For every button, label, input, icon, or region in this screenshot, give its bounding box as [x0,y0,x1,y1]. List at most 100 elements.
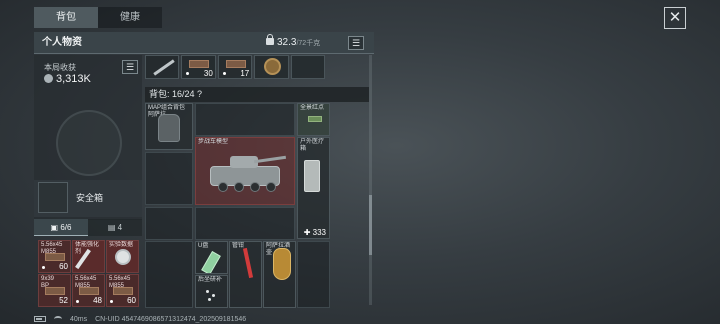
backpack-item-medkit[interactable]: 户外医疗箱 ✚ 333 [297,137,330,239]
item-name: 后坐研补 [198,277,223,283]
item-name: 步战车模型 [198,139,229,145]
item-name: 实验数据 [109,242,134,248]
equipment-slot[interactable]: 17 [217,55,253,79]
wheel-icon [266,182,276,192]
list-icon: ☰ [125,62,135,72]
empty-slot[interactable] [145,152,193,205]
tab-pockets[interactable]: ▣ 6/6 [34,219,88,236]
top-tabs: 背包 健康 [34,7,162,28]
backpack-item-bits[interactable]: 后坐研补 [195,275,228,308]
wheel-icon [218,182,228,192]
part-icon [206,290,209,293]
close-icon: ✕ [668,9,682,26]
backpack-item-bag[interactable]: MAP组合背包 阿萨拉 [145,103,193,150]
income-value: 3,313K [44,73,91,85]
equipment-slot[interactable] [145,55,180,79]
pocket-tabs: ▣ 6/6 ▤ 4 [34,219,142,236]
item-name: 全景红点 [300,105,325,111]
pocket-slot[interactable]: 实验数据 [106,240,139,273]
item-qty: 60 [127,296,136,305]
tab-cards-label: 4 [117,223,123,232]
dot-indicator [42,266,45,269]
ammo-icon [113,287,133,295]
empty-slot[interactable] [195,103,295,136]
income-amount: 3,313K [56,73,91,85]
faction-emblem [56,110,122,176]
medkit-icon [304,160,320,192]
usb-icon [201,250,221,273]
medal-icon [264,58,282,75]
backpack-label: 背包: 16/24 [149,89,195,99]
tab-cards[interactable]: ▤ 4 [88,219,142,236]
coin-icon [44,74,53,83]
sight-icon [308,116,322,122]
dot-indicator [110,300,113,303]
tab-backpack[interactable]: 背包 [34,7,98,28]
card-icon: ▤ [107,223,118,232]
medkit-qty: 333 [312,228,326,237]
equipment-row: 30 17 [145,55,326,79]
help-icon[interactable]: ? [197,89,202,99]
ping-value: 40ms [70,315,88,323]
backpack-item-wrench[interactable]: 管钳 [229,241,262,308]
dot-indicator [76,300,79,303]
sort-list-button[interactable]: ☰ [348,36,364,50]
wrench-icon [242,247,254,279]
part-icon [208,298,211,301]
cannon-icon [253,155,287,164]
disc-icon [115,249,131,265]
battery-icon [34,316,46,322]
weight-value: 32.3 [277,37,297,48]
ammo-icon [45,253,65,261]
item-qty: ✚ 333 [303,228,326,237]
backpack-capacity: 背包: 16/24 ? [149,87,202,102]
backpack-item-vehicle[interactable]: 步战车模型 [195,137,295,205]
close-button[interactable]: ✕ [664,7,686,29]
pocket-slot[interactable]: 5.56x45 M855 60 [38,240,71,273]
item-qty: 17 [240,69,250,78]
equipment-slot[interactable] [254,55,289,79]
empty-slot[interactable] [297,241,330,308]
panel-header: 个人物资 32.3/72千克 ☰ [34,32,374,54]
weight-display: 32.3/72千克 [266,32,320,55]
tab-health[interactable]: 健康 [98,7,162,28]
ammo-icon [45,287,65,295]
scrollbar-thumb[interactable] [369,195,372,255]
status-bar: 40ms CN-UID 4547469086571312474_20250918… [34,314,246,324]
empty-slot[interactable] [195,207,295,240]
safe-box-slot[interactable]: 安全箱 [34,180,142,217]
equipment-slot[interactable]: 30 [181,55,216,79]
backpack-icon [158,114,180,142]
item-qty: 48 [93,296,102,305]
ammo-icon [225,60,246,68]
backpack-item-usb[interactable]: U盘 [195,241,228,274]
item-qty: 30 [203,69,213,78]
pocket-slot[interactable]: 5.56x45 M855 60 [106,274,139,307]
part-icon [212,294,215,297]
list-icon: ☰ [351,38,361,48]
item-name: 户外医疗箱 [300,139,325,152]
vase-icon [273,248,291,280]
empty-slot[interactable] [290,55,326,79]
income-detail-button[interactable]: ☰ [122,60,138,74]
dot-indicator [186,72,190,75]
backpack-item-gadget[interactable]: 全景红点 [297,103,330,136]
backpack-item-vase[interactable]: 阿萨拉酒壶 [263,241,296,308]
empty-slot[interactable] [145,207,193,240]
pocket-slot[interactable]: 9x39 BP 52 [38,274,71,307]
pocket-grid: 5.56x45 M855 60 体能强化剂 实验数据 9x39 BP 52 5.… [38,240,140,308]
income-label: 本局收获 [44,63,76,72]
item-name: 体能强化剂 [75,242,100,255]
wifi-icon [54,316,62,322]
wheel-icon [234,182,244,192]
item-qty: 60 [59,262,68,271]
pocket-slot[interactable]: 体能强化剂 [72,240,105,273]
user-id: CN-UID 4547469086571312474_202509181546 [95,315,247,323]
empty-slot[interactable] [145,241,193,308]
weight-lock-icon [266,34,274,45]
item-qty: 52 [59,296,68,305]
item-name: U盘 [198,243,209,249]
pocket-slot[interactable]: 5.56x45 M855 48 [72,274,105,307]
ammo-icon [79,287,99,295]
scrollbar-track[interactable] [369,55,372,305]
